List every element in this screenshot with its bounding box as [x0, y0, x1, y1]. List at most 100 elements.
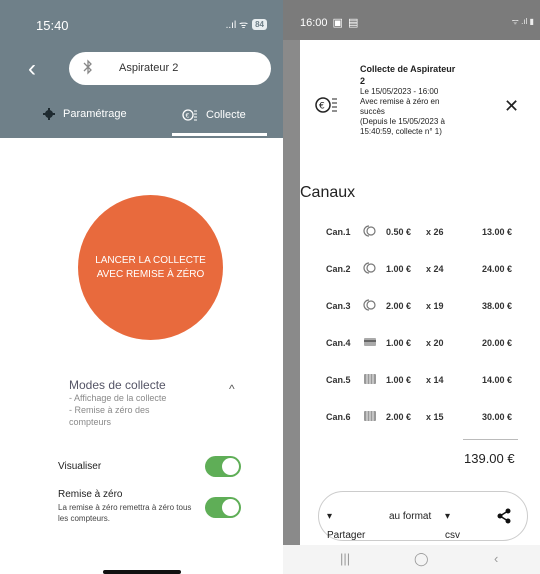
token-icon — [363, 373, 377, 385]
collect-modes-panel[interactable]: Modes de collecte - Affichage de la coll… — [69, 378, 249, 428]
channel-total: 20.00 € — [481, 338, 512, 348]
share-dropdown[interactable]: Partager ▾ — [327, 511, 365, 541]
collect-since-cont: 15:40:59, collecte n° 1) — [360, 127, 442, 136]
home-indicator — [103, 570, 181, 574]
collect-info: Collecte de Aspirateur 2 Le 15/05/2023 -… — [360, 63, 480, 137]
channel-value: 0.50 € — [386, 227, 412, 237]
launch-collect-button[interactable]: LANCER LA COLLECTE AVEC REMISE À ZÉRO — [78, 195, 223, 340]
back-arrow-icon[interactable]: ‹ — [28, 57, 36, 81]
channel-quantity: x 14 — [426, 375, 444, 385]
channel-name: Can.2 — [326, 264, 351, 274]
collect-mode-item: - Affichage de la collecte — [69, 393, 167, 403]
grand-total: 139.00 € — [464, 451, 515, 466]
channel-quantity: x 24 — [426, 264, 444, 274]
total-separator — [463, 439, 518, 440]
token-icon — [363, 410, 377, 422]
coin-collect-icon: € — [182, 109, 197, 121]
coin-icon — [363, 262, 377, 274]
share-label: Partager — [327, 530, 366, 541]
channel-name: Can.4 — [326, 338, 351, 348]
format-value: csv — [445, 530, 460, 541]
status-time: 16:00 — [300, 16, 328, 29]
launch-collect-line2: AVEC REMISE À ZÉRO — [96, 268, 205, 280]
channel-name: Can.6 — [326, 412, 351, 422]
format-label: au format — [389, 511, 432, 522]
collect-title: Collecte de Aspirateur — [360, 64, 456, 74]
channel-value: 1.00 € — [386, 264, 412, 274]
device-selector[interactable]: Aspirateur 2 — [69, 52, 271, 85]
channel-row: Can.3 2.00 € x 19 38.00 € — [326, 298, 536, 314]
system-icons: ᯤ .ıl ▮ — [511, 17, 534, 26]
gallery-notification-icon: ▤ — [347, 17, 359, 29]
collect-result: succès — [360, 107, 385, 116]
visualiser-toggle[interactable] — [205, 456, 241, 477]
collect-mode-item: compteurs — [69, 417, 112, 427]
channel-name: Can.3 — [326, 301, 351, 311]
channel-row: Can.1 0.50 € x 26 13.00 € — [326, 224, 536, 240]
channel-quantity: x 15 — [426, 412, 444, 422]
signal-wifi-icon: ..ıl ᯤ — [225, 20, 249, 31]
collect-mode: Avec remise à zéro en — [360, 97, 440, 106]
toggle-knob — [222, 499, 239, 516]
channel-name: Can.5 — [326, 375, 351, 385]
channel-total: 24.00 € — [481, 264, 512, 274]
active-tab-indicator — [172, 133, 267, 136]
device-name: Aspirateur 2 — [119, 62, 179, 74]
visualiser-label: Visualiser — [58, 461, 102, 472]
reset-description: La remise à zéro remettra à zéro tous le… — [58, 503, 192, 523]
channel-name: Can.1 — [326, 227, 351, 237]
channel-row: Can.4 1.00 € x 20 20.00 € — [326, 335, 536, 351]
chevron-up-icon[interactable]: ^ — [229, 382, 235, 396]
tab-settings[interactable]: Paramétrage — [43, 108, 127, 120]
channel-quantity: x 20 — [426, 338, 444, 348]
channel-total: 14.00 € — [481, 375, 512, 385]
channel-total: 30.00 € — [481, 412, 512, 422]
channel-row: Can.2 1.00 € x 24 24.00 € — [326, 261, 536, 277]
channel-value: 1.00 € — [386, 338, 412, 348]
home-icon[interactable]: ◯ — [414, 551, 429, 567]
channel-row: Can.6 2.00 € x 15 30.00 € — [326, 409, 536, 425]
tab-collect[interactable]: € Collecte — [182, 108, 246, 122]
collect-screen: 15:40 ..ıl ᯤ 84 ‹ Aspirateur 2 Paramétra… — [0, 0, 283, 574]
channel-total: 13.00 € — [481, 227, 512, 237]
share-bar: Partager ▾ au format csv ▾ — [318, 491, 528, 541]
channel-quantity: x 26 — [426, 227, 444, 237]
coin-icon — [363, 299, 377, 311]
toggle-knob — [222, 458, 239, 475]
status-time: 15:40 — [36, 18, 69, 33]
tab-settings-label: Paramétrage — [63, 108, 127, 120]
channel-total: 38.00 € — [481, 301, 512, 311]
launch-collect-line1: LANCER LA COLLECTE — [95, 254, 206, 266]
image-notification-icon: ▣ — [332, 17, 343, 29]
coin-icon — [363, 225, 377, 237]
channel-value: 2.00 € — [386, 412, 412, 422]
collect-since: (Depuis le 15/05/2023 à — [360, 117, 445, 126]
android-navbar: ||| ◯ ‹ — [283, 545, 540, 574]
share-icon[interactable] — [497, 508, 511, 524]
format-dropdown[interactable]: csv ▾ — [445, 511, 460, 541]
close-icon[interactable]: ✕ — [504, 96, 519, 117]
reset-toggle[interactable] — [205, 497, 241, 518]
battery-icon: 84 — [252, 18, 267, 30]
channel-value: 1.00 € — [386, 375, 412, 385]
recent-apps-icon[interactable]: ||| — [340, 551, 350, 566]
gear-icon — [43, 108, 55, 120]
collect-mode-item: - Remise à zéro des — [69, 405, 150, 415]
system-icons: ..ıl ᯤ 84 — [226, 17, 267, 31]
channels-title: Canaux — [300, 184, 356, 201]
coin-collect-icon: € — [315, 97, 337, 113]
back-icon[interactable]: ‹ — [494, 551, 498, 566]
channel-row: Can.5 1.00 € x 14 14.00 € — [326, 372, 536, 388]
collect-title-cont: 2 — [360, 76, 366, 86]
collect-modes-title: Modes de collecte — [69, 378, 166, 392]
tab-collect-label: Collecte — [206, 109, 246, 121]
channel-quantity: x 19 — [426, 301, 444, 311]
svg-text:€: € — [186, 113, 190, 120]
status-time-group: 16:00 ▣ ▤ — [300, 16, 359, 30]
bluetooth-icon — [83, 59, 92, 75]
svg-text:€: € — [319, 102, 325, 112]
channel-value: 2.00 € — [386, 301, 412, 311]
status-bar: 16:00 ▣ ▤ ᯤ .ıl ▮ — [283, 0, 540, 40]
card-icon — [363, 336, 377, 348]
reset-label: Remise à zéro — [58, 489, 123, 500]
